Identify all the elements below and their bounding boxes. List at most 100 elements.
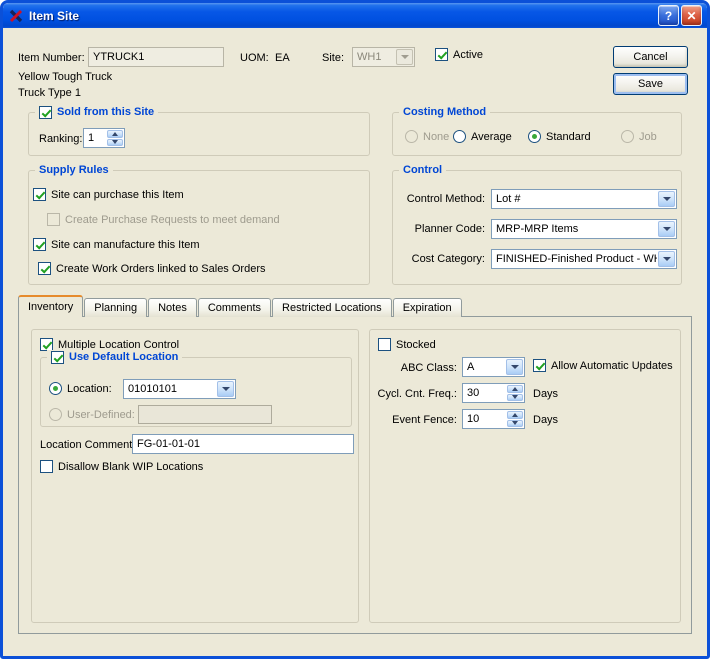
create-work-orders-checkbox[interactable]: Create Work Orders linked to Sales Order…: [38, 262, 265, 275]
dropdown-button[interactable]: [658, 221, 675, 237]
sold-from-site-checkbox[interactable]: [39, 106, 52, 119]
radio-box: [405, 130, 418, 143]
use-default-location-caption[interactable]: Use Default Location: [47, 350, 182, 364]
site-can-manufacture-checkbox[interactable]: Site can manufacture this Item: [33, 238, 200, 251]
control-group: Control Control Method: Lot # Planner Co…: [392, 170, 682, 285]
radio-standard[interactable]: Standard: [528, 130, 591, 143]
item-description-line1: Yellow Tough Truck: [18, 70, 112, 84]
event-fence-stepper[interactable]: 10: [462, 409, 525, 429]
app-icon: [8, 8, 24, 24]
control-method-label: Control Method:: [393, 192, 485, 206]
active-checkbox[interactable]: Active: [435, 48, 483, 61]
tab-planning[interactable]: Planning: [84, 298, 147, 317]
chevron-down-icon: [401, 55, 409, 59]
spin-down-button[interactable]: [507, 420, 523, 428]
arrow-down-icon: [112, 140, 118, 144]
checkbox-box[interactable]: [33, 188, 46, 201]
spin-down-button[interactable]: [507, 394, 523, 402]
user-defined-field: [138, 405, 272, 424]
sold-from-site-group: Sold from this Site Ranking: 1: [28, 112, 370, 156]
chevron-down-icon: [663, 227, 671, 231]
planner-code-select[interactable]: MRP-MRP Items: [491, 219, 677, 239]
planner-code-label: Planner Code:: [393, 222, 485, 236]
radio-box: [621, 130, 634, 143]
chevron-down-icon: [663, 197, 671, 201]
uom-label: UOM:: [240, 51, 269, 65]
close-button[interactable]: ✕: [681, 5, 702, 26]
use-default-location-group: Use Default Location Location: 01010101 …: [40, 357, 352, 427]
tab-notes[interactable]: Notes: [148, 298, 197, 317]
abc-class-label: ABC Class:: [370, 361, 457, 375]
control-caption: Control: [399, 163, 446, 177]
save-button[interactable]: Save: [613, 73, 688, 95]
radio-box[interactable]: [49, 382, 62, 395]
arrow-up-icon: [512, 387, 518, 391]
stocked-group: Stocked ABC Class: A Allow Automatic Upd…: [369, 329, 681, 623]
stocked-checkbox[interactable]: Stocked: [378, 338, 436, 351]
item-number-label: Item Number:: [18, 51, 85, 65]
control-method-select[interactable]: Lot #: [491, 189, 677, 209]
titlebar[interactable]: Item Site ? ✕: [3, 3, 707, 28]
cost-category-select[interactable]: FINISHED-Finished Product - WH1: [491, 249, 677, 269]
supply-rules-caption: Supply Rules: [35, 163, 113, 177]
checkbox-box[interactable]: [378, 338, 391, 351]
uom-value: EA: [275, 51, 290, 65]
radio-job: Job: [621, 130, 657, 143]
spin-up-button[interactable]: [507, 385, 523, 393]
item-description-line2: Truck Type 1: [18, 86, 81, 100]
checkbox-box[interactable]: [435, 48, 448, 61]
tab-inventory[interactable]: Inventory: [18, 295, 83, 317]
tab-restricted-locations[interactable]: Restricted Locations: [272, 298, 392, 317]
cost-category-label: Cost Category:: [393, 252, 485, 266]
dropdown-button[interactable]: [658, 191, 675, 207]
chevron-down-icon: [511, 365, 519, 369]
ranking-label: Ranking:: [39, 132, 82, 146]
location-radio[interactable]: Location:: [49, 382, 112, 395]
ranking-stepper[interactable]: 1: [83, 128, 125, 148]
sold-from-site-caption[interactable]: Sold from this Site: [35, 105, 158, 119]
location-comment-field[interactable]: [132, 434, 354, 454]
chevron-down-icon: [222, 387, 230, 391]
checkbox-box[interactable]: [533, 359, 546, 372]
radio-box[interactable]: [528, 130, 541, 143]
location-select[interactable]: 01010101: [123, 379, 236, 399]
cycle-count-freq-label: Cycl. Cnt. Freq.:: [370, 387, 457, 401]
spin-up-button[interactable]: [107, 130, 123, 138]
site-can-purchase-checkbox[interactable]: Site can purchase this Item: [33, 188, 184, 201]
tab-comments[interactable]: Comments: [198, 298, 271, 317]
radio-none: None: [405, 130, 449, 143]
spin-down-button[interactable]: [107, 139, 123, 147]
create-purchase-requests-checkbox: Create Purchase Requests to meet demand: [47, 213, 280, 226]
help-button[interactable]: ?: [658, 5, 679, 26]
inventory-tab-pane: Multiple Location Control Use Default Lo…: [18, 316, 692, 634]
arrow-up-icon: [112, 132, 118, 136]
abc-class-select[interactable]: A: [462, 357, 525, 377]
use-default-location-checkbox[interactable]: [51, 351, 64, 364]
disallow-blank-wip-checkbox[interactable]: Disallow Blank WIP Locations: [40, 460, 203, 473]
event-fence-label: Event Fence:: [370, 413, 457, 427]
cancel-button[interactable]: Cancel: [613, 46, 688, 68]
spin-up-button[interactable]: [507, 411, 523, 419]
cycle-count-days-label: Days: [533, 387, 558, 401]
costing-method-caption: Costing Method: [399, 105, 490, 119]
cycle-count-freq-stepper[interactable]: 30: [462, 383, 525, 403]
supply-rules-group: Supply Rules Site can purchase this Item…: [28, 170, 370, 285]
checkbox-box[interactable]: [33, 238, 46, 251]
checkbox-box: [47, 213, 60, 226]
checkbox-box[interactable]: [38, 262, 51, 275]
dropdown-button[interactable]: [658, 251, 675, 267]
arrow-up-icon: [512, 413, 518, 417]
dropdown-button[interactable]: [506, 359, 523, 375]
allow-automatic-updates-checkbox[interactable]: Allow Automatic Updates: [533, 359, 673, 372]
site-label: Site:: [322, 51, 344, 65]
window-title: Item Site: [29, 9, 656, 23]
arrow-down-icon: [512, 395, 518, 399]
item-number-field[interactable]: [88, 47, 224, 67]
active-label: Active: [453, 49, 483, 61]
radio-average[interactable]: Average: [453, 130, 512, 143]
checkbox-box[interactable]: [40, 460, 53, 473]
radio-box[interactable]: [453, 130, 466, 143]
location-comment-label: Location Comment:: [40, 438, 135, 452]
dropdown-button[interactable]: [217, 381, 234, 397]
tab-expiration[interactable]: Expiration: [393, 298, 462, 317]
